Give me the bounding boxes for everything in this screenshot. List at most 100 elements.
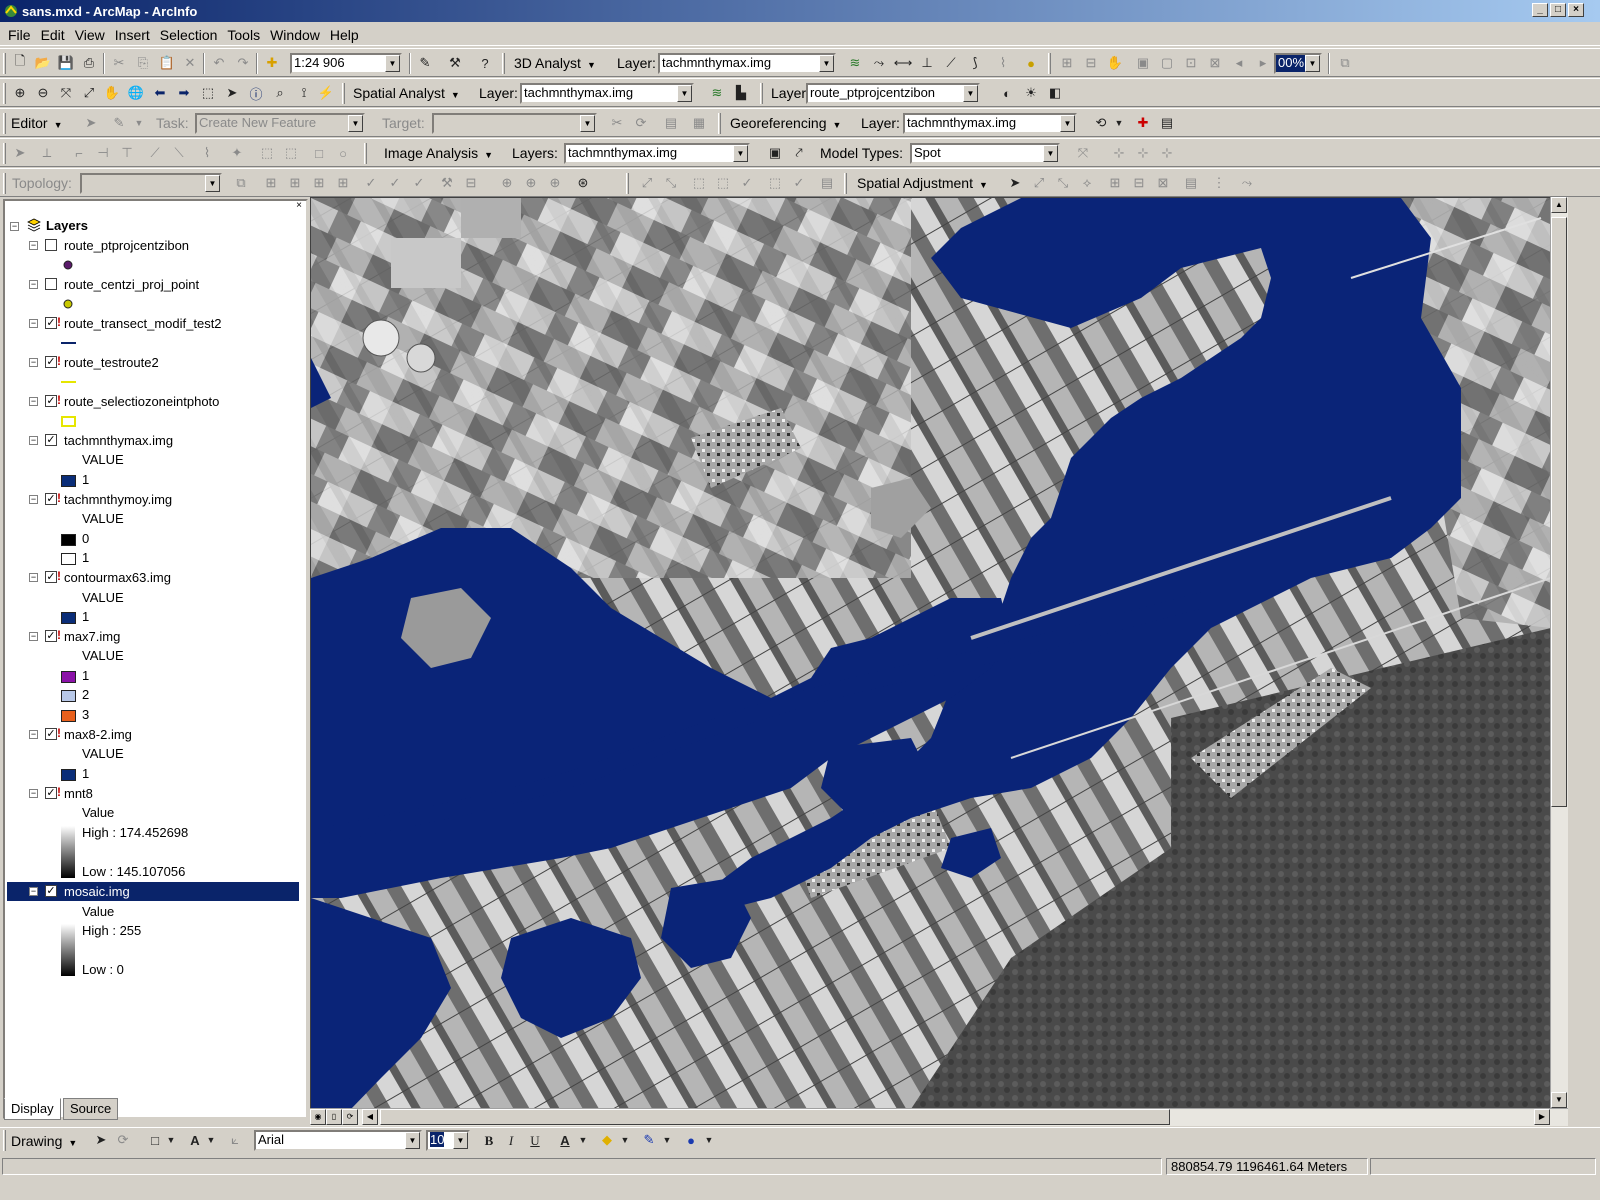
cluster-icon[interactable]: ⊕ — [498, 174, 516, 192]
chevron-down-icon[interactable]: ▼ — [700, 1131, 718, 1149]
chevron-down-icon[interactable]: ▼ — [1110, 114, 1128, 132]
chevron-down-icon[interactable]: ▼ — [616, 1131, 634, 1149]
add-control-points-icon[interactable]: ✚ — [1134, 114, 1152, 132]
layer-name[interactable]: max8-2.img — [64, 727, 132, 742]
close-button[interactable]: × — [1568, 3, 1584, 17]
tie-point-table-icon[interactable]: ⊹ — [1134, 144, 1152, 162]
editor-toolbar-icon[interactable]: ✎ — [416, 54, 434, 72]
bold-button[interactable]: B — [480, 1132, 498, 1150]
collapse-layer-icon[interactable]: − — [29, 280, 38, 289]
layout-zoom-in-icon[interactable]: ⊞ — [1058, 54, 1076, 72]
edit-vertex-icon[interactable]: ⟂ — [38, 144, 56, 162]
adj-attribute-transfer-icon[interactable]: ⤳ — [1238, 174, 1256, 192]
collapse-layer-icon[interactable]: − — [29, 397, 38, 406]
map-topology-icon[interactable]: ⧉ — [232, 174, 250, 192]
geo-layer-combo[interactable]: tachmnthymax.img ▼ — [903, 113, 1077, 134]
new-displacement-link-icon[interactable]: ⤢ — [638, 174, 656, 192]
sa-layer-combo[interactable]: tachmnthymax.img ▼ — [520, 83, 694, 104]
layer-visibility-checkbox[interactable]: ✓ — [45, 728, 61, 740]
collapse-layer-icon[interactable]: − — [29, 789, 38, 798]
layer-visibility-checkbox[interactable] — [45, 239, 57, 251]
save-icon[interactable]: 💾 — [57, 54, 75, 72]
circle-tool-icon[interactable]: ○ — [334, 144, 352, 162]
map-canvas[interactable] — [311, 198, 1551, 1109]
select-elements-icon[interactable]: ➤ — [223, 84, 241, 102]
chevron-down-icon[interactable]: ▼ — [385, 55, 400, 72]
layer-name[interactable]: mnt8 — [64, 786, 93, 801]
adj-view-table-icon[interactable]: ▤ — [1182, 174, 1200, 192]
collapse-layer-icon[interactable]: − — [29, 358, 38, 367]
edit-tool-icon[interactable]: ➤ — [82, 114, 100, 132]
scroll-up-icon[interactable]: ▲ — [1551, 197, 1567, 213]
profile-graph-icon[interactable]: ⌇ — [994, 54, 1012, 72]
image-analysis-menu[interactable]: Image Analysis ▼ — [384, 145, 493, 161]
layer-name[interactable]: route_centzi_proj_point — [64, 277, 199, 292]
chevron-down-icon[interactable]: ▼ — [963, 85, 978, 102]
rectangle-tool-icon[interactable]: □ — [310, 144, 328, 162]
chevron-down-icon[interactable]: ▼ — [658, 1131, 676, 1149]
chevron-down-icon[interactable]: ▼ — [162, 1131, 180, 1149]
collapse-layers-icon[interactable]: − — [10, 222, 19, 231]
interpolate-polygon-icon[interactable]: ⟆ — [966, 54, 984, 72]
new-identity-link-icon[interactable]: ✓ — [738, 174, 756, 192]
contour-icon[interactable]: ≋ — [846, 54, 864, 72]
adj-multi-link-icon[interactable]: ⟡ — [1078, 174, 1096, 192]
cut-tool-icon[interactable]: ⬚ — [282, 144, 300, 162]
collapse-layer-icon[interactable]: − — [29, 573, 38, 582]
fixed-zoom-out-icon[interactable]: ⊠ — [1206, 54, 1224, 72]
topology-validate-all-icon[interactable]: ✓ — [410, 174, 428, 192]
copy-icon[interactable]: ⎘ — [134, 54, 152, 72]
topology-validate-icon[interactable]: ✓ — [362, 174, 380, 192]
topology-edit-icon[interactable]: ⊞ — [262, 174, 280, 192]
font-color-icon[interactable]: A — [556, 1131, 574, 1149]
tab-display[interactable]: Display — [4, 1098, 61, 1120]
chevron-down-icon[interactable]: ▼ — [348, 115, 363, 132]
zoom-100-icon[interactable]: ▢ — [1158, 54, 1176, 72]
image-tool-icon[interactable]: ⤤ — [790, 144, 808, 162]
histogram-icon[interactable]: ▙ — [732, 84, 750, 102]
link-table-icon[interactable]: ▤ — [1158, 114, 1176, 132]
chevron-down-icon[interactable]: ▼ — [1060, 115, 1075, 132]
line-color-icon[interactable]: ✎ — [640, 1131, 658, 1149]
orthorectify-icon[interactable]: ⤧ — [1074, 144, 1092, 162]
reshape-icon[interactable]: ⌐ — [70, 144, 88, 162]
tie-point-delete-icon[interactable]: ⊹ — [1158, 144, 1176, 162]
image-properties-icon[interactable]: ▣ — [766, 144, 784, 162]
arctoolbox-icon[interactable]: ⚒ — [446, 54, 464, 72]
refresh-view-icon[interactable]: ⟳ — [342, 1109, 358, 1125]
menu-window[interactable]: Window — [266, 27, 324, 43]
vertex-tool-icon[interactable]: ⬚ — [258, 144, 276, 162]
chevron-down-icon[interactable]: ▼ — [405, 1132, 420, 1149]
toc-close-icon[interactable]: × — [292, 200, 306, 212]
layer-name[interactable]: route_selectiozoneintphoto — [64, 394, 219, 409]
layer-name[interactable]: mosaic.img — [64, 884, 130, 899]
scroll-down-icon[interactable]: ▼ — [1551, 1092, 1567, 1108]
marker-color-icon[interactable]: ● — [682, 1131, 700, 1149]
font-size-combo[interactable]: 10 ▼ — [426, 1130, 470, 1151]
contrast-icon[interactable]: ◐ — [998, 84, 1016, 102]
chevron-down-icon[interactable]: ▼ — [1043, 145, 1058, 162]
back-arrow-icon[interactable]: ⬅ — [151, 84, 169, 102]
ia-layers-combo[interactable]: tachmnthymax.img ▼ — [564, 143, 750, 164]
intersect-icon[interactable]: ⟍ — [170, 144, 188, 162]
full-extent-icon[interactable]: 🌐 — [127, 84, 145, 102]
fixed-zoom-out-map-icon[interactable]: ⤢ — [80, 84, 98, 102]
menu-tools[interactable]: Tools — [223, 27, 264, 43]
undo-icon[interactable]: ↶ — [210, 54, 228, 72]
editor-menu[interactable]: Editor ▼ — [11, 115, 63, 131]
fixed-zoom-in-icon[interactable]: ⊡ — [1182, 54, 1200, 72]
adj-modify-link-icon[interactable]: ⤡ — [1054, 174, 1072, 192]
edit-vertices-draw-icon[interactable]: ⟀ — [226, 1131, 244, 1149]
tab-source[interactable]: Source — [63, 1098, 119, 1120]
find-binoculars-icon[interactable]: ⌕ — [271, 84, 289, 102]
topology-combo[interactable]: ▼ — [80, 173, 222, 194]
zoom-out-icon[interactable]: ⊖ — [34, 84, 52, 102]
print-icon[interactable]: ⎙ — [80, 54, 98, 72]
hyperlink-icon[interactable]: ⚡ — [317, 84, 335, 102]
layer-visibility-checkbox[interactable]: ✓ — [45, 787, 61, 799]
layer-visibility-checkbox[interactable]: ✓ — [45, 395, 61, 407]
error-inspector-icon[interactable]: ⊟ — [462, 174, 480, 192]
toggle-draft-mode-icon[interactable]: ⧉ — [1336, 54, 1354, 72]
spatial-analyst-menu[interactable]: Spatial Analyst ▼ — [353, 85, 460, 101]
maximize-button[interactable]: □ — [1550, 3, 1566, 17]
